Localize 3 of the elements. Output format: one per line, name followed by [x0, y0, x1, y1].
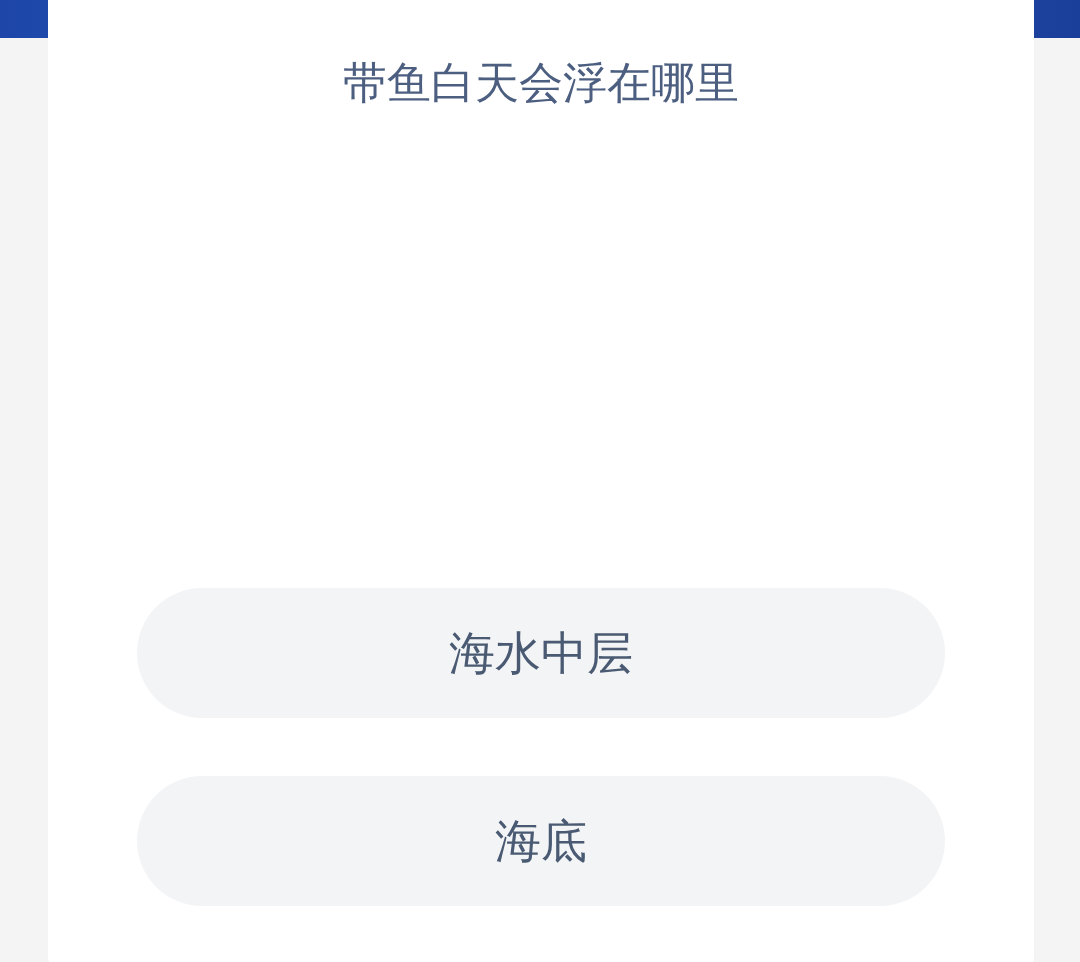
- answer-option[interactable]: 海底: [137, 776, 945, 906]
- answer-option[interactable]: 海水中层: [137, 588, 945, 718]
- question-text: 带鱼白天会浮在哪里: [342, 56, 740, 110]
